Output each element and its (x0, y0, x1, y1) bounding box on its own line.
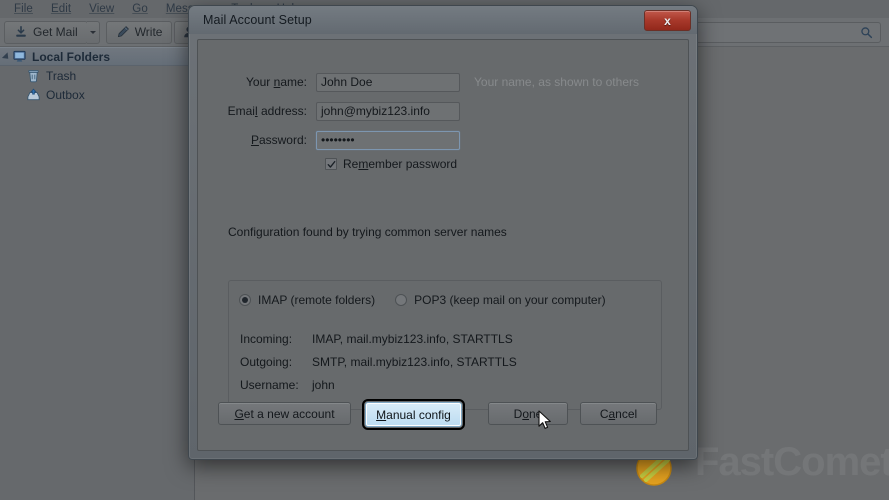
remember-password-label: Remember password (343, 157, 458, 171)
done-button[interactable]: Done (488, 402, 568, 425)
menu-item-go[interactable]: Go (123, 3, 157, 15)
your-name-input[interactable]: John Doe (316, 72, 460, 92)
download-icon (16, 25, 26, 37)
username-label: Username: (240, 377, 299, 392)
incoming-label: Incoming: (240, 331, 293, 346)
sidebar-item-outbox[interactable]: Outbox (0, 85, 194, 104)
folder-pane: Local Folders Trash Outbox (0, 47, 195, 500)
remember-password-checkbox[interactable] (325, 158, 337, 170)
dialog-title-bar: Mail Account Setup x (189, 6, 697, 34)
checkmark-icon (327, 160, 335, 168)
radio-pop3[interactable] (395, 294, 408, 306)
outgoing-value: SMTP, mail.mybiz123.info, STARTTLS (312, 354, 517, 369)
password-row: Password: •••••••• (198, 128, 688, 152)
sidebar-item-label: Local Folders (32, 49, 111, 64)
account-form: Your name: John Doe Your name, as shown … (198, 70, 688, 171)
configuration-status-text: Configuration found by trying common ser… (228, 225, 507, 239)
mail-account-setup-dialog: Mail Account Setup x Your name: John Doe… (188, 5, 698, 460)
write-label: Write (134, 25, 163, 39)
close-icon: x (664, 13, 671, 28)
radio-imap-label: IMAP (remote folders) (258, 293, 376, 307)
email-address-label: Email address: (227, 104, 307, 118)
remember-password-row[interactable]: Remember password (325, 157, 688, 171)
radio-imap[interactable] (239, 294, 251, 306)
incoming-value: IMAP, mail.mybiz123.info, STARTTLS (312, 331, 513, 346)
dialog-title: Mail Account Setup (203, 13, 312, 27)
your-name-row: Your name: John Doe Your name, as shown … (198, 70, 688, 94)
outgoing-row: Outgoing: SMTP, mail.mybiz123.info, STAR… (229, 350, 661, 373)
search-icon (861, 27, 873, 39)
outbox-icon (27, 88, 40, 101)
pencil-icon (117, 26, 129, 38)
your-name-hint: Your name, as shown to others (474, 75, 639, 89)
get-a-new-account-button[interactable]: Get a new account (218, 402, 351, 425)
cancel-button[interactable]: Cancel (580, 402, 657, 425)
dialog-body: Your name: John Doe Your name, as shown … (197, 39, 689, 451)
sidebar-item-label: Trash (46, 68, 77, 83)
get-mail-label: Get Mail (33, 25, 78, 39)
close-button[interactable]: x (644, 10, 691, 31)
outgoing-label: Outgoing: (240, 354, 293, 369)
chevron-down-icon (89, 30, 96, 34)
password-label: Password: (250, 133, 307, 147)
menu-item-view[interactable]: View (80, 3, 123, 15)
get-mail-dropdown-button[interactable] (86, 20, 100, 44)
username-value: john (312, 377, 335, 392)
email-address-input[interactable]: john@mybiz123.info (316, 101, 460, 121)
dialog-button-bar: Get a new account Manual config Done Can… (198, 399, 688, 430)
sidebar-item-local-folders[interactable]: Local Folders (0, 47, 194, 66)
menu-item-file[interactable]: File (5, 3, 42, 15)
incoming-row: Incoming: IMAP, mail.mybiz123.info, STAR… (229, 327, 661, 350)
watermark-text: FastComet (695, 440, 889, 484)
twisty-collapse-icon[interactable] (1, 51, 12, 62)
sidebar-item-trash[interactable]: Trash (0, 66, 194, 85)
username-row: Username: john (229, 373, 661, 396)
get-mail-button[interactable]: Get Mail (4, 20, 88, 44)
protocol-radio-row: IMAP (remote folders) POP3 (keep mail on… (229, 281, 661, 313)
trash-icon (28, 70, 39, 83)
email-address-row: Email address: john@mybiz123.info (198, 99, 688, 123)
protocol-group: IMAP (remote folders) POP3 (keep mail on… (228, 280, 662, 410)
sidebar-item-label: Outbox (46, 87, 85, 102)
your-name-label: Your name: (246, 75, 307, 89)
radio-selected-dot (242, 297, 248, 303)
menu-item-edit[interactable]: Edit (42, 3, 80, 15)
computer-icon (13, 50, 26, 62)
radio-pop3-label: POP3 (keep mail on your computer) (414, 293, 606, 307)
write-button[interactable]: Write (105, 20, 173, 44)
manual-config-button[interactable]: Manual config (362, 399, 465, 430)
password-input[interactable]: •••••••• (316, 130, 460, 150)
server-details: Incoming: IMAP, mail.mybiz123.info, STAR… (229, 327, 661, 396)
